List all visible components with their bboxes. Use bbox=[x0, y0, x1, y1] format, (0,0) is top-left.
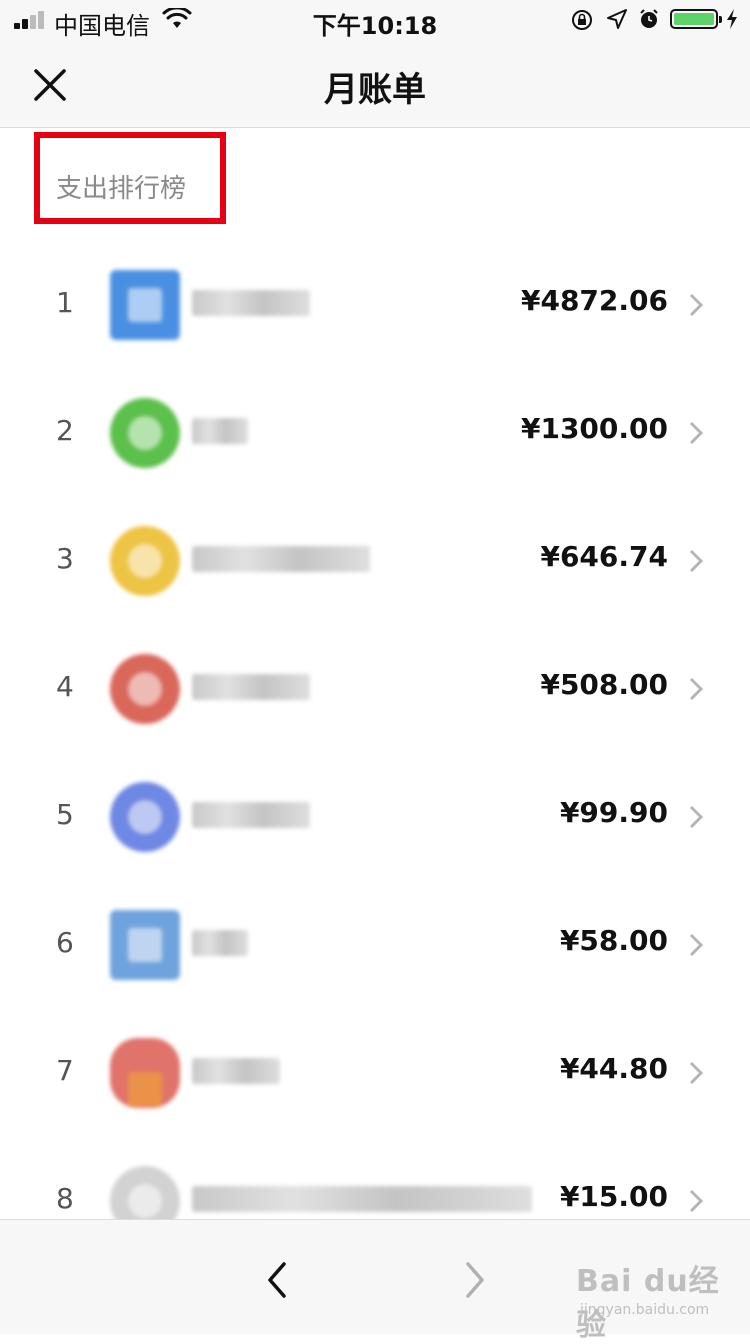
amount: ¥508.00 bbox=[540, 668, 668, 701]
list-item[interactable]: 5 ¥99.90 bbox=[0, 752, 750, 880]
spending-ranking-list: 1 ¥4872.06 2 ¥1300.00 3 ¥646.74 4 ¥508.0… bbox=[0, 240, 750, 1264]
rank-number: 3 bbox=[56, 542, 74, 575]
rank-number: 5 bbox=[56, 798, 74, 831]
section-title: 支出排行榜 bbox=[56, 174, 187, 204]
merchant-avatar bbox=[110, 398, 180, 468]
amount: ¥44.80 bbox=[559, 1052, 668, 1085]
merchant-name-redacted bbox=[192, 930, 248, 956]
list-item[interactable]: 3 ¥646.74 bbox=[0, 496, 750, 624]
navigation-bar: 月账单 bbox=[0, 40, 750, 128]
chevron-right-icon bbox=[689, 421, 704, 445]
rank-number: 6 bbox=[56, 926, 74, 959]
chevron-right-icon bbox=[689, 1189, 704, 1213]
rank-number: 8 bbox=[56, 1182, 74, 1215]
merchant-avatar bbox=[110, 270, 180, 340]
chevron-right-icon bbox=[689, 549, 704, 573]
merchant-name-redacted bbox=[192, 674, 310, 700]
alarm-icon bbox=[640, 9, 658, 28]
watermark-url: jingyan.baidu.com bbox=[580, 1302, 710, 1318]
amount: ¥4872.06 bbox=[520, 284, 668, 317]
status-bar: 中国电信 下午10:18 bbox=[0, 0, 750, 40]
merchant-name-redacted bbox=[192, 546, 370, 572]
merchant-avatar bbox=[110, 526, 180, 596]
highlight-box: 支出排行榜 bbox=[34, 132, 226, 224]
amount: ¥1300.00 bbox=[520, 412, 668, 445]
chevron-right-icon bbox=[689, 293, 704, 317]
list-item[interactable]: 1 ¥4872.06 bbox=[0, 240, 750, 368]
merchant-name-redacted bbox=[192, 802, 310, 828]
page-title: 月账单 bbox=[324, 70, 426, 110]
list-item[interactable]: 7 ¥44.80 bbox=[0, 1008, 750, 1136]
chevron-right-icon bbox=[689, 933, 704, 957]
bottom-toolbar: Bai du经验 jingyan.baidu.com bbox=[0, 1219, 750, 1343]
list-item[interactable]: 2 ¥1300.00 bbox=[0, 368, 750, 496]
rank-number: 2 bbox=[56, 414, 74, 447]
charging-bolt-icon bbox=[727, 9, 737, 29]
back-arrow-button[interactable] bbox=[262, 1260, 292, 1300]
merchant-avatar bbox=[110, 1038, 180, 1108]
rank-number: 1 bbox=[56, 286, 74, 319]
rank-number: 4 bbox=[56, 670, 74, 703]
list-item[interactable]: 6 ¥58.00 bbox=[0, 880, 750, 1008]
merchant-name-redacted bbox=[192, 1058, 280, 1084]
merchant-name-redacted bbox=[192, 290, 310, 316]
amount: ¥99.90 bbox=[559, 796, 668, 829]
amount: ¥58.00 bbox=[559, 924, 668, 957]
location-arrow-icon bbox=[607, 9, 627, 29]
chevron-right-icon bbox=[689, 677, 704, 701]
amount: ¥646.74 bbox=[540, 540, 668, 573]
merchant-avatar bbox=[110, 910, 180, 980]
merchant-avatar bbox=[110, 782, 180, 852]
forward-arrow-button[interactable] bbox=[460, 1260, 490, 1300]
merchant-name-redacted bbox=[192, 418, 248, 444]
battery-icon bbox=[670, 9, 722, 29]
watermark-brand: Bai du经验 bbox=[576, 1264, 720, 1343]
baidu-jingyan-watermark: Bai du经验 jingyan.baidu.com bbox=[576, 1256, 746, 1343]
chevron-right-icon bbox=[689, 1061, 704, 1085]
merchant-avatar bbox=[110, 654, 180, 724]
list-item[interactable]: 4 ¥508.00 bbox=[0, 624, 750, 752]
rotation-lock-icon bbox=[572, 10, 592, 30]
amount: ¥15.00 bbox=[559, 1180, 668, 1213]
chevron-right-icon bbox=[689, 805, 704, 829]
rank-number: 7 bbox=[56, 1054, 74, 1087]
merchant-name-redacted bbox=[192, 1186, 532, 1212]
